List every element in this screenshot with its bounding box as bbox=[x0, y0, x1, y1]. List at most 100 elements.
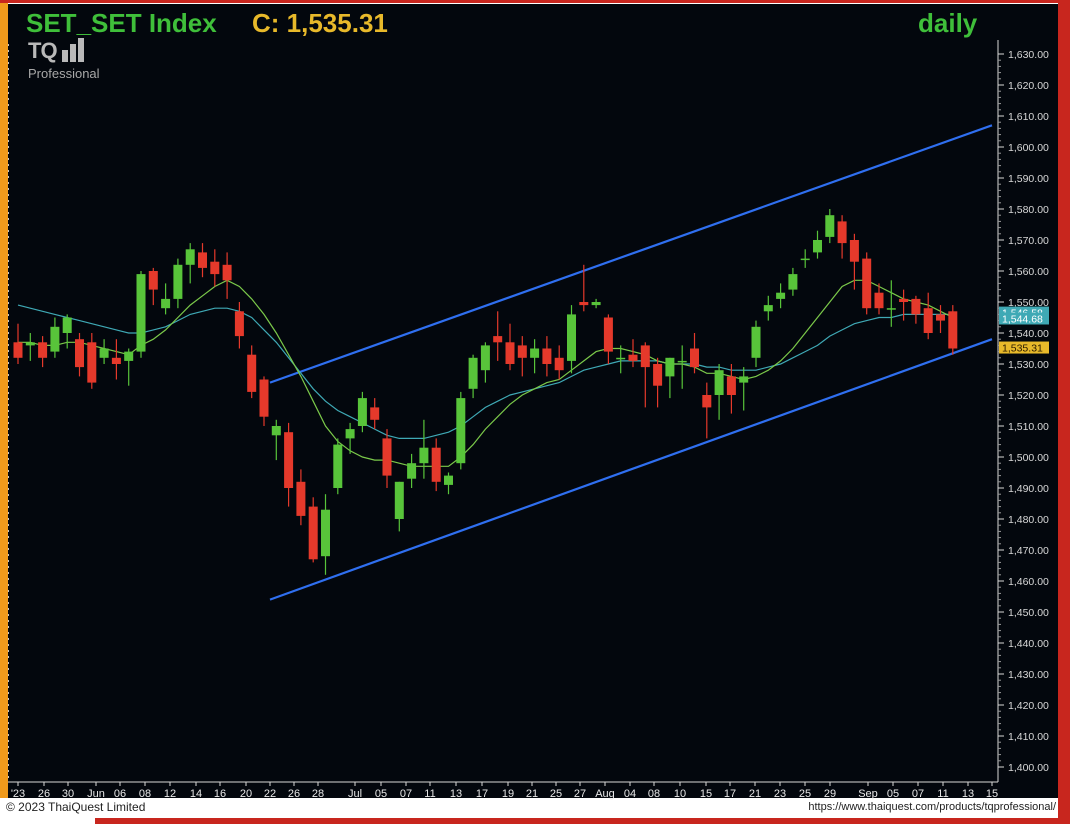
left-border-dot bbox=[8, 236, 9, 238]
x-tick-label: Sep bbox=[858, 788, 878, 800]
source-url[interactable]: https://www.thaiquest.com/products/tqpro… bbox=[808, 801, 1056, 813]
y-tick-label: 1,630.00 bbox=[1008, 49, 1049, 61]
candle-body bbox=[923, 308, 933, 333]
left-border-dot bbox=[8, 152, 9, 154]
left-border-dot bbox=[8, 44, 9, 46]
left-border-dot bbox=[8, 578, 9, 580]
candle-body bbox=[161, 298, 171, 309]
left-border-dot bbox=[8, 206, 9, 208]
left-border-dot bbox=[8, 242, 9, 244]
left-border-dot bbox=[8, 62, 9, 64]
y-tick-label: 1,590.00 bbox=[1008, 173, 1049, 185]
left-border-dot bbox=[8, 164, 9, 166]
candle-body bbox=[308, 506, 318, 560]
candle-body bbox=[247, 354, 257, 392]
candle bbox=[862, 252, 872, 315]
chart-title-symbol: SET_SET Index bbox=[26, 8, 217, 38]
x-tick-label: 12 bbox=[164, 788, 176, 800]
left-border-dot bbox=[8, 92, 9, 94]
left-border-dot bbox=[8, 398, 9, 400]
x-tick-label: 25 bbox=[799, 788, 811, 800]
y-tick-label: 1,600.00 bbox=[1008, 142, 1049, 154]
left-border-dot bbox=[8, 620, 9, 622]
candle bbox=[308, 497, 318, 563]
left-border-dot bbox=[8, 254, 9, 256]
candle-body bbox=[640, 345, 650, 368]
left-border-dot bbox=[8, 332, 9, 334]
x-tick-label: 10 bbox=[674, 788, 686, 800]
left-border-dot bbox=[8, 140, 9, 142]
logo-subtitle: Professional bbox=[28, 66, 100, 81]
left-border-dot bbox=[8, 302, 9, 304]
y-tick-label: 1,610.00 bbox=[1008, 111, 1049, 123]
left-border-dot bbox=[8, 278, 9, 280]
left-border-dot bbox=[8, 746, 9, 748]
x-tick-label: 07 bbox=[912, 788, 924, 800]
candle-body bbox=[813, 240, 822, 253]
x-tick-label: 07 bbox=[400, 788, 412, 800]
left-border-dot bbox=[8, 410, 9, 412]
x-tick-label: 13 bbox=[450, 788, 462, 800]
left-border-dot bbox=[8, 584, 9, 586]
copyright-text: © 2023 ThaiQuest Limited bbox=[6, 800, 146, 814]
y-tick-label: 1,420.00 bbox=[1008, 700, 1049, 712]
left-border-dot bbox=[8, 248, 9, 250]
candle-body bbox=[517, 345, 527, 358]
candle-body bbox=[431, 447, 441, 482]
chart-title-close: C: 1,535.31 bbox=[252, 8, 388, 38]
x-tick-label: 23 bbox=[774, 788, 786, 800]
x-tick-label: 05 bbox=[887, 788, 899, 800]
left-border-dot bbox=[8, 626, 9, 628]
left-border-dot bbox=[8, 680, 9, 682]
candle-body bbox=[111, 357, 121, 364]
candle-body bbox=[480, 345, 490, 371]
candle-body bbox=[653, 364, 663, 386]
left-border-dot bbox=[8, 422, 9, 424]
left-border-dot bbox=[8, 386, 9, 388]
left-border-dot bbox=[8, 542, 9, 544]
candle-body bbox=[25, 342, 35, 346]
left-border-dot bbox=[8, 380, 9, 382]
candle-body bbox=[198, 252, 207, 268]
candle-body bbox=[234, 311, 244, 337]
left-border-dot bbox=[8, 560, 9, 562]
x-tick-label: 30 bbox=[62, 788, 74, 800]
candle-body bbox=[911, 298, 921, 315]
y-tick-label: 1,520.00 bbox=[1008, 390, 1049, 402]
x-tick-label: Jul bbox=[348, 788, 362, 800]
left-border-dot bbox=[8, 68, 9, 70]
left-border-dot bbox=[8, 518, 9, 520]
left-border-dot bbox=[8, 536, 9, 538]
x-tick-label: 11 bbox=[424, 788, 435, 800]
left-border-dot bbox=[8, 56, 9, 58]
left-border-dot bbox=[8, 230, 9, 232]
candle-body bbox=[530, 348, 540, 358]
candle-body bbox=[99, 348, 109, 358]
candle-body bbox=[357, 398, 367, 426]
left-border-dot bbox=[8, 326, 9, 328]
left-border-dot bbox=[8, 158, 9, 160]
x-tick-label: Aug bbox=[595, 788, 615, 800]
price-label: 1,544.68 bbox=[999, 312, 1049, 325]
left-border-dot bbox=[8, 692, 9, 694]
left-border-dot bbox=[8, 650, 9, 652]
x-tick-label: 05 bbox=[375, 788, 387, 800]
left-border-dot bbox=[8, 344, 9, 346]
left-border-dot bbox=[8, 710, 9, 712]
left-border-dot bbox=[8, 476, 9, 478]
left-border-dot bbox=[8, 548, 9, 550]
candle-body bbox=[616, 357, 626, 360]
left-border-dot bbox=[8, 86, 9, 88]
candle-body bbox=[554, 357, 564, 371]
candle-body bbox=[567, 314, 576, 361]
candle-body bbox=[591, 302, 601, 306]
x-tick-label: 13 bbox=[962, 788, 974, 800]
left-border-dot bbox=[8, 404, 9, 406]
candle-body bbox=[542, 348, 552, 364]
candle-body bbox=[62, 317, 72, 333]
x-tick-label: 16 bbox=[214, 788, 226, 800]
candle-body bbox=[407, 463, 417, 479]
candle-body bbox=[456, 398, 466, 464]
candle-body bbox=[271, 426, 281, 436]
y-tick-label: 1,530.00 bbox=[1008, 359, 1049, 371]
